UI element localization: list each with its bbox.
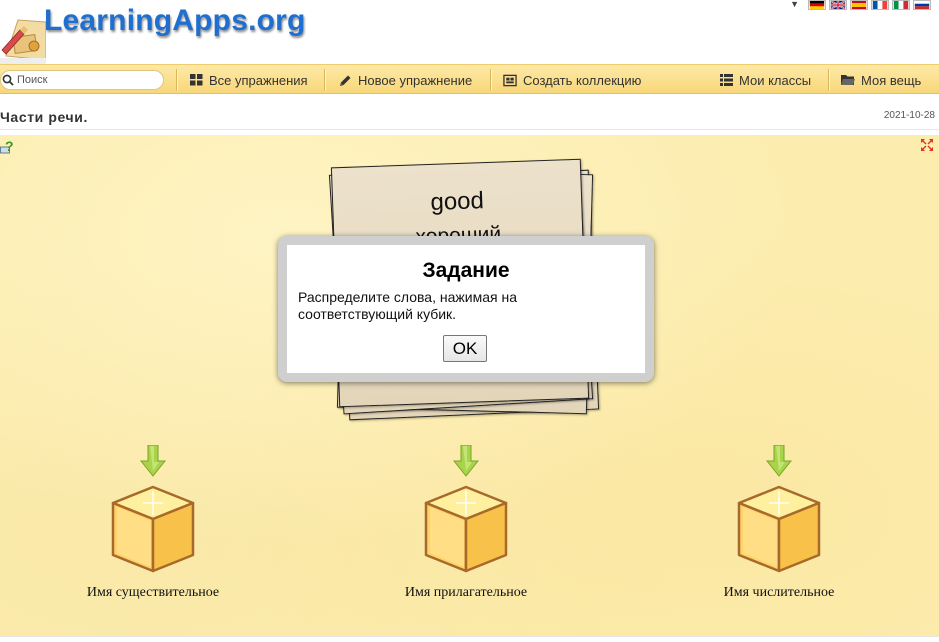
- task-dialog: Задание Распределите слова, нажимая на с…: [278, 236, 654, 382]
- nav-my-stuff-label: Моя вещь: [861, 72, 922, 88]
- task-dialog-text: Распределите слова, нажимая на соответст…: [298, 289, 517, 322]
- app-title-row: Части речи. 2021-10-28: [0, 100, 939, 130]
- grid-icon: [189, 73, 203, 87]
- flag-es-icon[interactable]: [850, 0, 868, 10]
- dropdown-arrow-icon[interactable]: ▼: [790, 0, 799, 9]
- site-header: LearningApps.org ▼: [0, 0, 939, 64]
- collection-icon: [503, 73, 517, 87]
- list-icon: [719, 73, 733, 87]
- search-icon[interactable]: [2, 74, 14, 86]
- nav-divider: [176, 69, 177, 91]
- nav-create-collection-label: Создать коллекцию: [523, 72, 642, 88]
- language-selector: ▼: [790, 0, 931, 10]
- nav-all-exercises[interactable]: Все упражнения: [189, 65, 308, 95]
- flag-it-icon[interactable]: [892, 0, 910, 10]
- search-input[interactable]: [17, 74, 157, 86]
- flag-en-icon[interactable]: [829, 0, 847, 10]
- bin-noun-label: Имя существительное: [86, 585, 220, 600]
- card-word: good: [429, 187, 485, 216]
- bin-adjective-label: Имя прилагательное: [404, 585, 528, 600]
- ok-button[interactable]: OK: [443, 335, 487, 362]
- fullscreen-icon[interactable]: [921, 139, 933, 151]
- nav-create-collection[interactable]: Создать коллекцию: [503, 65, 641, 95]
- logo-text[interactable]: LearningApps.org: [44, 4, 306, 38]
- down-arrow-icon: [140, 445, 166, 477]
- down-arrow-icon: [453, 445, 479, 477]
- page: LearningApps.org ▼ Все упражнения: [0, 0, 939, 642]
- app-date: 2021-10-28: [883, 110, 935, 121]
- flag-fr-icon[interactable]: [871, 0, 889, 10]
- logo-art[interactable]: [0, 0, 46, 64]
- nav-my-classes-label: Мои классы: [739, 72, 812, 88]
- nav-divider: [828, 69, 829, 91]
- nav-divider: [490, 69, 491, 91]
- nav-all-exercises-label: Все упражнения: [209, 72, 308, 88]
- flag-ru-icon[interactable]: [913, 0, 931, 10]
- app-title: Части речи.: [0, 109, 88, 125]
- cube-icon: [111, 485, 195, 573]
- bin-noun[interactable]: Имя существительное: [53, 445, 253, 601]
- page-footer-line: [0, 636, 939, 642]
- bin-numeral[interactable]: Имя числительное: [679, 445, 879, 601]
- help-icon[interactable]: ?: [0, 138, 16, 154]
- bin-adjective[interactable]: Имя прилагательное: [366, 445, 566, 601]
- search-box: [0, 70, 164, 90]
- main-navbar: Все упражнения Новое упражнение Создать …: [0, 64, 939, 94]
- nav-divider: [324, 69, 325, 91]
- svg-text:?: ?: [5, 138, 14, 154]
- cube-icon: [424, 485, 508, 573]
- pencil-icon: [338, 73, 352, 87]
- task-dialog-body: Задание Распределите слова, нажимая на с…: [287, 245, 645, 373]
- nav-my-classes[interactable]: Мои классы: [719, 65, 811, 95]
- folder-icon: [841, 73, 855, 87]
- exercise-stage: ? good хороший: [0, 135, 939, 636]
- bin-numeral-label: Имя числительное: [723, 585, 835, 600]
- nav-new-exercise[interactable]: Новое упражнение: [338, 65, 472, 95]
- nav-my-stuff[interactable]: Моя вещь: [841, 65, 921, 95]
- flag-de-icon[interactable]: [808, 0, 826, 10]
- task-dialog-title: Задание: [422, 259, 510, 282]
- nav-new-exercise-label: Новое упражнение: [358, 72, 473, 88]
- down-arrow-icon: [766, 445, 792, 477]
- cube-icon: [737, 485, 821, 573]
